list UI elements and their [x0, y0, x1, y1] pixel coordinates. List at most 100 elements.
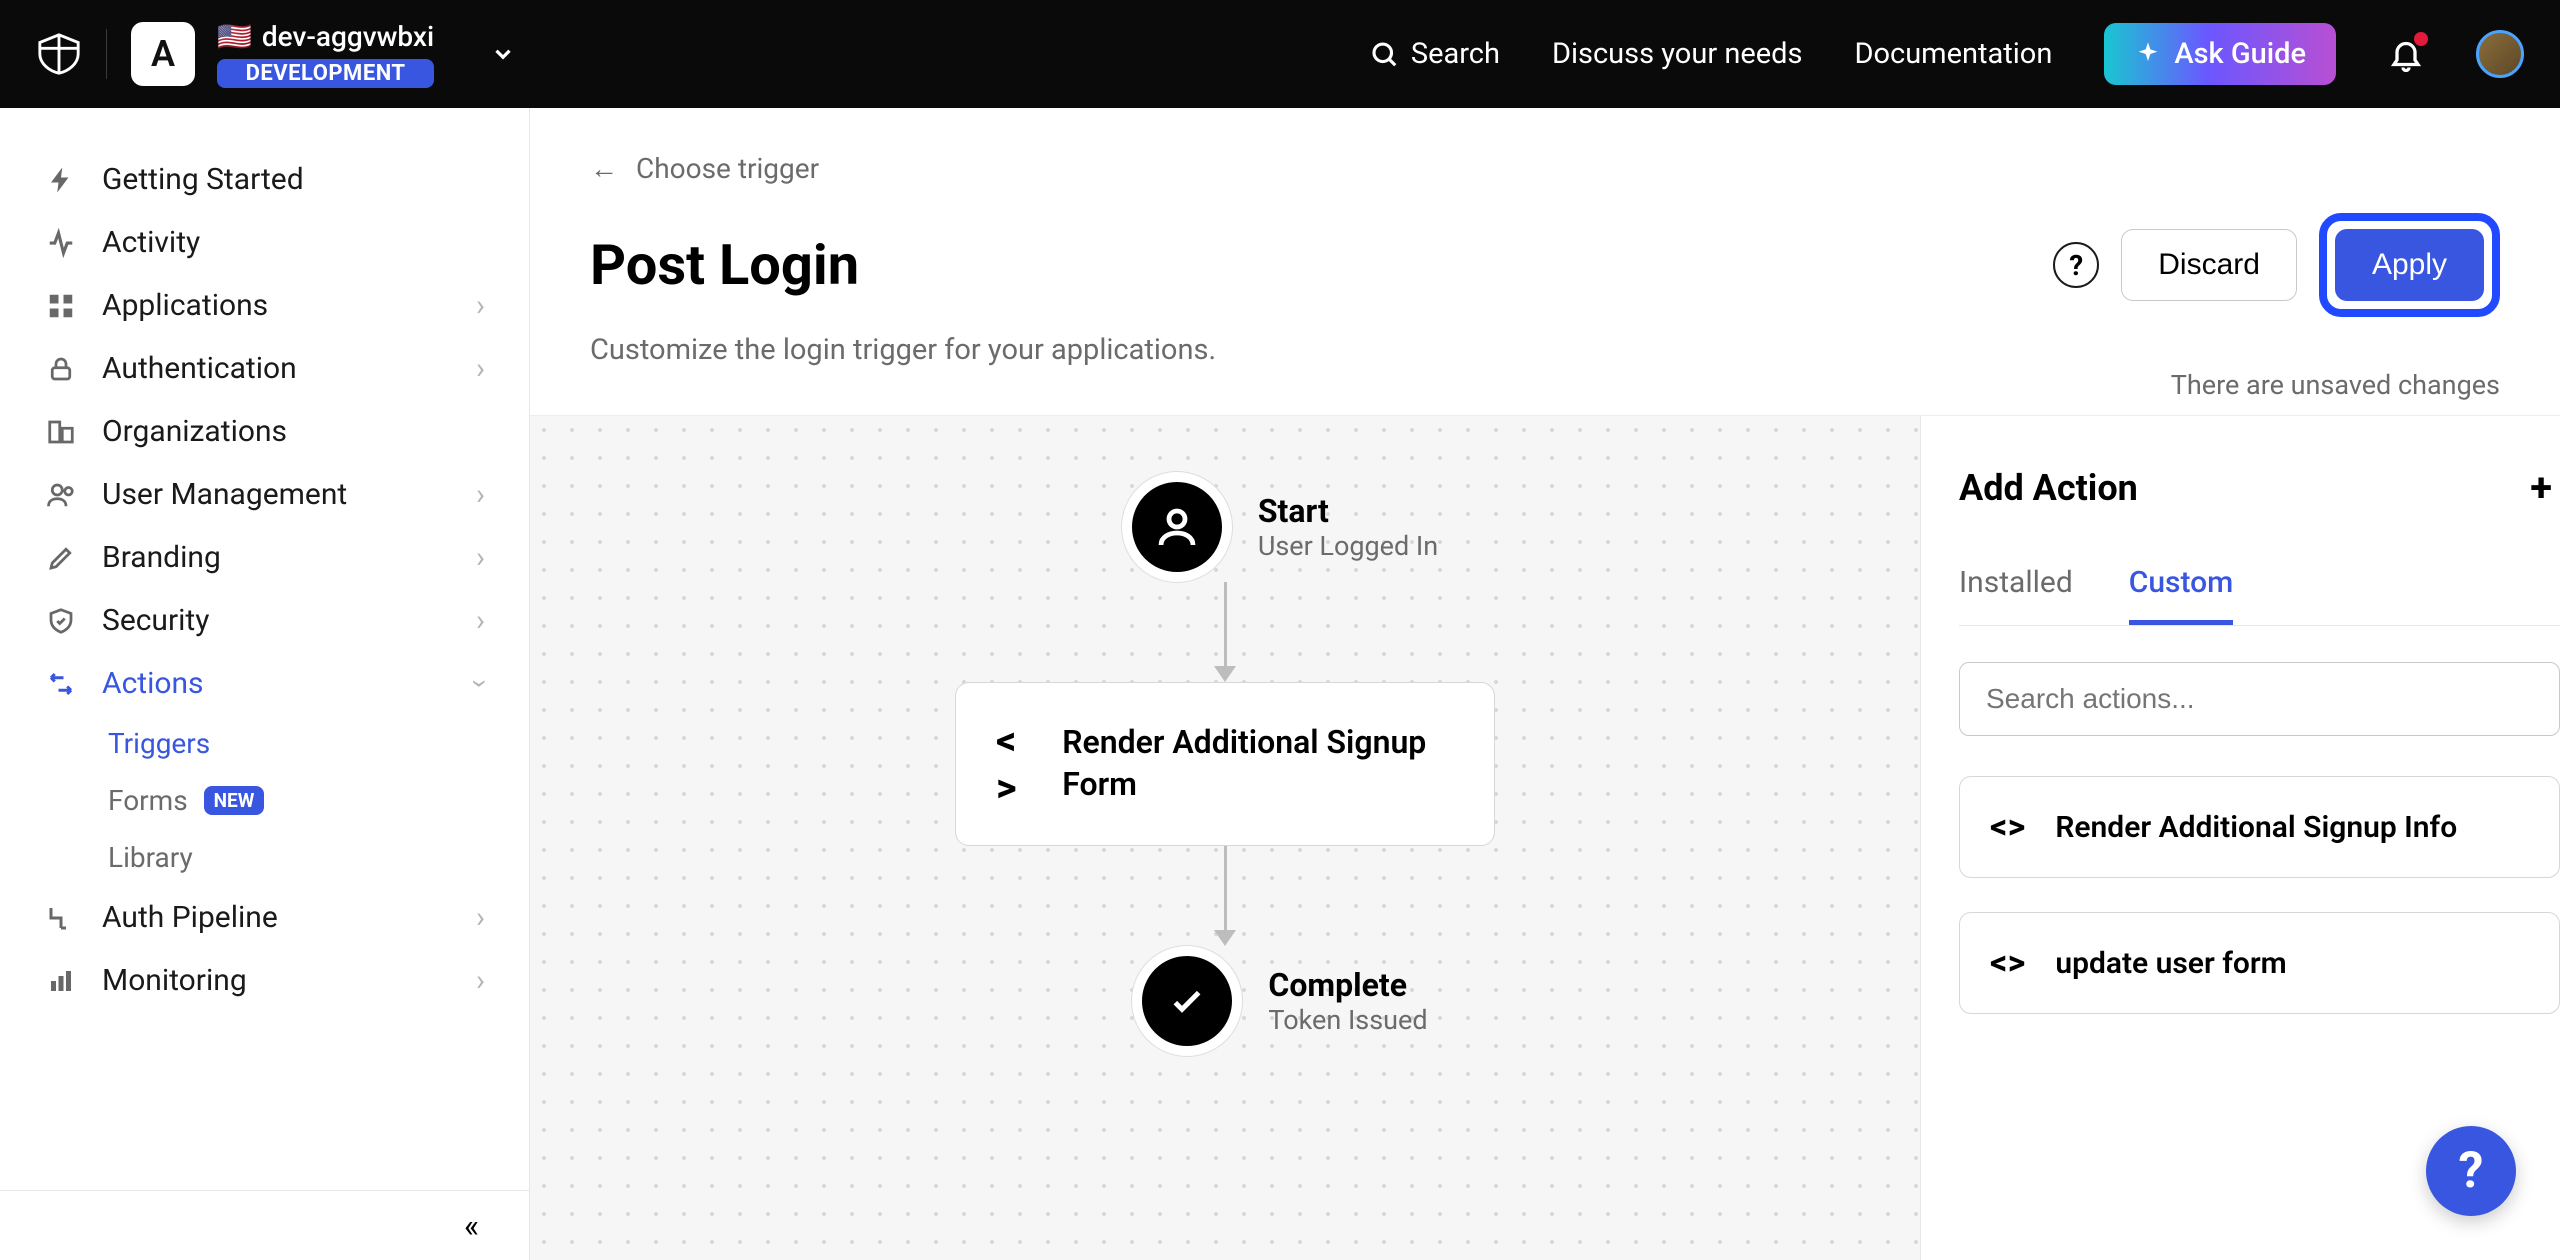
sidebar-subitem-label: Forms: [108, 784, 188, 817]
panel-tabs: Installed Custom: [1959, 565, 2560, 626]
sidebar-item-label: Applications: [102, 288, 268, 323]
action-item-label: update user form: [2055, 946, 2286, 981]
canvas-row: Start User Logged In < > Render Addition…: [530, 416, 2560, 1260]
sidebar-item-getting-started[interactable]: Getting Started: [0, 148, 529, 211]
search-link[interactable]: Search: [1369, 37, 1500, 71]
search-actions-input[interactable]: [1986, 683, 2533, 715]
title-actions: ? Discard Apply: [2053, 213, 2500, 317]
search-icon: [1369, 39, 1399, 69]
flow-end-node[interactable]: Complete Token Issued: [1132, 946, 1427, 1056]
apply-highlight: Apply: [2319, 213, 2500, 317]
sidebar-item-label: Activity: [102, 225, 200, 260]
sidebar-item-actions[interactable]: Actions ›: [0, 652, 529, 715]
tab-custom[interactable]: Custom: [2129, 565, 2234, 625]
back-link[interactable]: ← Choose trigger: [590, 152, 2500, 185]
end-node-text: Complete Token Issued: [1268, 966, 1427, 1036]
chevron-right-icon: ›: [476, 351, 485, 386]
sidebar-item-security[interactable]: Security ›: [0, 589, 529, 652]
bolt-icon: [44, 163, 78, 197]
new-badge: NEW: [204, 786, 265, 815]
sidebar-item-auth-pipeline[interactable]: Auth Pipeline ›: [0, 886, 529, 949]
sidebar-item-label: User Management: [102, 477, 347, 512]
sidebar-subitem-label: Triggers: [108, 727, 210, 760]
flow-arrow-icon: [1214, 582, 1236, 682]
sidebar-footer: «: [0, 1190, 529, 1260]
action-card-label: Render Additional Signup Form: [1062, 722, 1454, 805]
help-fab[interactable]: ?: [2426, 1126, 2516, 1216]
add-action-button[interactable]: +: [2530, 464, 2560, 511]
sidebar-item-label: Security: [102, 603, 209, 638]
start-sub: User Logged In: [1258, 530, 1438, 562]
sidebar-item-applications[interactable]: Applications ›: [0, 274, 529, 337]
docs-link[interactable]: Documentation: [1854, 37, 2052, 71]
discard-button[interactable]: Discard: [2121, 229, 2297, 301]
sidebar-item-activity[interactable]: Activity: [0, 211, 529, 274]
flow-arrow-icon: [1214, 846, 1236, 946]
notifications-button[interactable]: [2388, 36, 2424, 72]
org-icon: [44, 415, 78, 449]
ask-guide-label: Ask Guide: [2174, 37, 2306, 71]
sidebar-item-label: Getting Started: [102, 162, 304, 197]
sidebar-item-label: Authentication: [102, 351, 297, 386]
collapse-sidebar-icon[interactable]: «: [464, 1207, 479, 1245]
brush-icon: [44, 541, 78, 575]
sidebar-subitem-triggers[interactable]: Triggers: [0, 715, 529, 772]
chevron-right-icon: ›: [476, 900, 485, 935]
users-icon: [44, 478, 78, 512]
sidebar-nav: Getting Started Activity Applications › …: [0, 108, 529, 1190]
chevron-right-icon: ›: [476, 540, 485, 575]
user-avatar[interactable]: [2476, 30, 2524, 78]
actions-icon: [44, 667, 78, 701]
shield-icon: [44, 604, 78, 638]
flow-action-card[interactable]: < > Render Additional Signup Form: [955, 682, 1495, 846]
tenant-caret-icon[interactable]: [490, 41, 516, 67]
brand-logo-icon: [36, 31, 82, 77]
tab-installed[interactable]: Installed: [1959, 565, 2073, 625]
sidebar-item-branding[interactable]: Branding ›: [0, 526, 529, 589]
sidebar-item-monitoring[interactable]: Monitoring ›: [0, 949, 529, 1012]
header-right: Search Discuss your needs Documentation …: [1369, 23, 2524, 85]
apply-button[interactable]: Apply: [2335, 229, 2484, 301]
code-icon: < >: [996, 717, 1030, 811]
main: ← Choose trigger Post Login ? Discard Ap…: [530, 108, 2560, 1260]
sparkle-icon: [2134, 40, 2162, 68]
app-initial-chip[interactable]: A: [131, 22, 195, 86]
title-row: Post Login ? Discard Apply: [590, 213, 2500, 317]
sidebar-item-organizations[interactable]: Organizations: [0, 400, 529, 463]
panel-title: Add Action: [1959, 467, 2138, 509]
lock-icon: [44, 352, 78, 386]
search-label: Search: [1411, 37, 1500, 71]
sidebar-item-label: Organizations: [102, 414, 287, 449]
action-list: < > Render Additional Signup Info < > up…: [1959, 776, 2560, 1014]
user-icon: [1153, 503, 1201, 551]
help-button[interactable]: ?: [2053, 242, 2099, 288]
chevron-right-icon: ›: [476, 288, 485, 323]
pipe-icon: [44, 901, 78, 935]
apps-icon: [44, 289, 78, 323]
chevron-right-icon: ›: [476, 477, 485, 512]
flow: Start User Logged In < > Render Addition…: [955, 472, 1495, 1056]
end-circle-icon: [1132, 946, 1242, 1056]
discuss-label: Discuss your needs: [1552, 37, 1803, 71]
search-actions-box[interactable]: [1959, 662, 2560, 736]
chevron-right-icon: ›: [476, 603, 485, 638]
flow-start-node[interactable]: Start User Logged In: [1122, 472, 1438, 582]
sidebar-item-label: Actions: [102, 666, 204, 701]
sidebar-item-user-management[interactable]: User Management ›: [0, 463, 529, 526]
flow-canvas[interactable]: Start User Logged In < > Render Addition…: [530, 416, 1920, 1260]
top-header: A 🇺🇸 dev-aggvwbxi DEVELOPMENT Search Dis…: [0, 0, 2560, 108]
sidebar-subitem-library[interactable]: Library: [0, 829, 529, 886]
sidebar-item-authentication[interactable]: Authentication ›: [0, 337, 529, 400]
sidebar-subitem-forms[interactable]: Forms NEW: [0, 772, 529, 829]
action-list-item[interactable]: < > update user form: [1959, 912, 2560, 1014]
docs-label: Documentation: [1854, 37, 2052, 71]
sidebar-item-label: Auth Pipeline: [102, 900, 278, 935]
action-item-label: Render Additional Signup Info: [2055, 810, 2457, 845]
logo-group: A: [36, 22, 195, 86]
page-title: Post Login: [590, 232, 859, 298]
header-divider: [106, 29, 107, 79]
sidebar-item-label: Monitoring: [102, 963, 247, 998]
action-list-item[interactable]: < > Render Additional Signup Info: [1959, 776, 2560, 878]
ask-guide-button[interactable]: Ask Guide: [2104, 23, 2336, 85]
discuss-link[interactable]: Discuss your needs: [1552, 37, 1803, 71]
